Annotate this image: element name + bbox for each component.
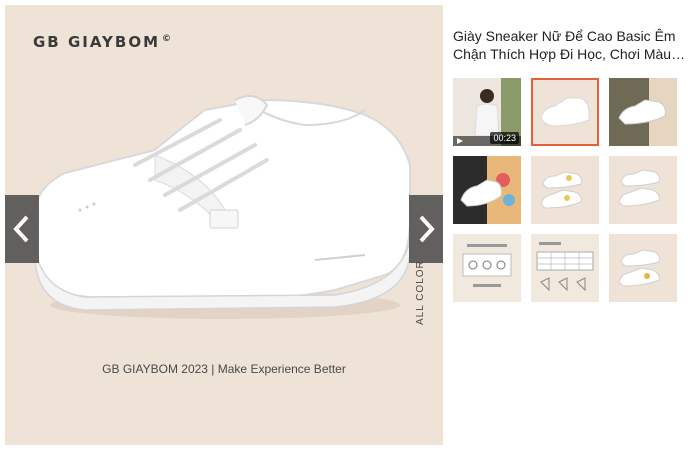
side-color-label: ALL COLOR — [415, 260, 426, 325]
video-duration: 00:23 — [490, 132, 519, 144]
sneaker-thumb — [609, 156, 677, 224]
thumbnail-image[interactable] — [609, 156, 677, 224]
tagline: GB GIAYBOM 2023 | Make Experience Better — [102, 362, 346, 376]
thumbnail-video[interactable]: 00:23 — [453, 78, 521, 146]
thumbnail-image[interactable] — [453, 234, 521, 302]
next-image-button[interactable] — [409, 195, 443, 263]
thumbnail-image[interactable] — [609, 78, 677, 146]
thumbnail-image[interactable] — [531, 234, 599, 302]
prev-image-button[interactable] — [5, 195, 39, 263]
sneaker-thumb — [609, 78, 677, 146]
sneaker-thumb — [533, 80, 597, 144]
size-guide-thumb — [453, 234, 521, 302]
play-icon — [457, 138, 463, 144]
thumbnail-image[interactable] — [453, 156, 521, 224]
thumbnail-image[interactable] — [531, 156, 599, 224]
sneaker-illustration — [33, 95, 411, 319]
chevron-right-icon — [419, 215, 435, 243]
sneaker-thumb — [453, 156, 521, 224]
thumbnail-image[interactable] — [531, 78, 599, 146]
thumbnail-image[interactable] — [609, 234, 677, 302]
main-product-image: GB GIAYBOM © ALL COLOR GB GIAYBOM 2023 | … — [5, 5, 443, 445]
thumbnail-grid: 00:23 — [453, 78, 677, 302]
chevron-left-icon — [13, 215, 29, 243]
size-chart-thumb — [531, 234, 599, 302]
product-title: Giày Sneaker Nữ Để Cao Basic Êm Chận Thí… — [453, 28, 686, 62]
sneaker-thumb — [609, 234, 677, 302]
sneaker-thumb — [531, 156, 599, 224]
